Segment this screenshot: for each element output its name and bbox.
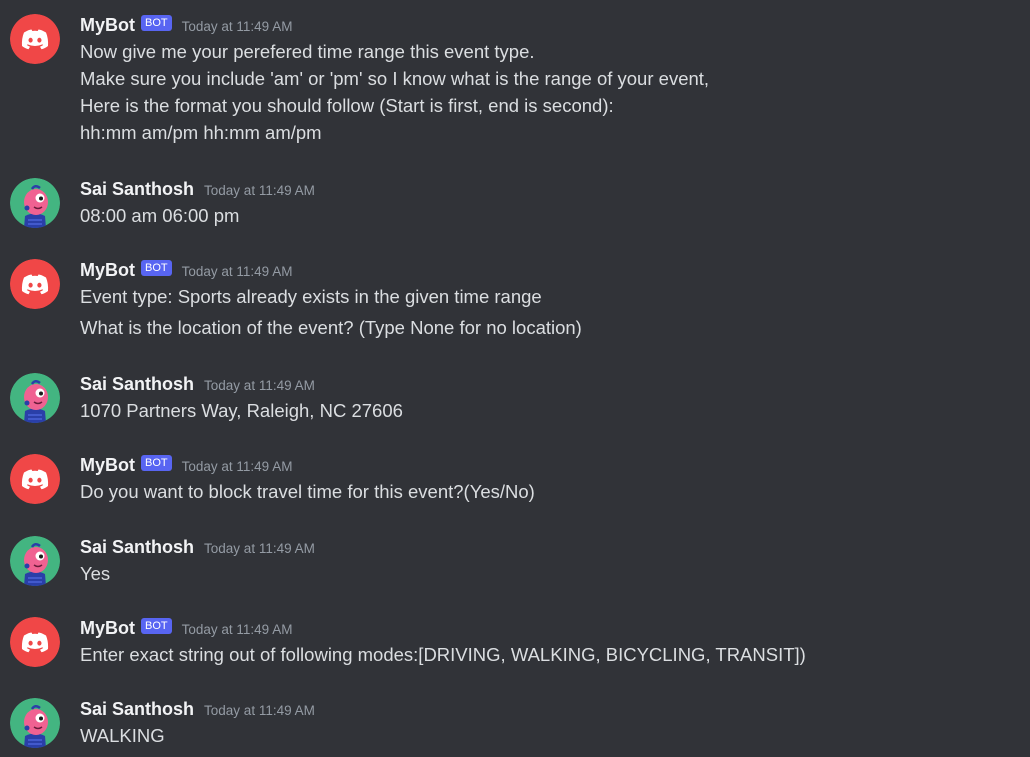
message-text: Here is the format you should follow (St…: [80, 95, 614, 116]
message-text: Make sure you include 'am' or 'pm' so I …: [80, 68, 710, 89]
bot-avatar[interactable]: [10, 617, 60, 667]
timestamp[interactable]: Today at 11:49 AM: [182, 264, 293, 279]
username[interactable]: Sai Santhosh: [80, 179, 194, 200]
chat-message-list: MyBot BOT Today at 11:49 AM Now give me …: [0, 0, 1030, 757]
timestamp[interactable]: Today at 11:49 AM: [204, 378, 315, 393]
user-avatar[interactable]: [10, 178, 60, 228]
username[interactable]: Sai Santhosh: [80, 699, 194, 720]
discord-logo-icon: [10, 14, 60, 64]
message-group: MyBot BOT Today at 11:49 AM Do you want …: [0, 453, 1030, 508]
message-text: WALKING: [80, 725, 165, 746]
creature-avatar-icon: [10, 536, 60, 586]
message-group: Sai Santhosh Today at 11:49 AM 1070 Part…: [0, 372, 1030, 427]
message-header: MyBot BOT Today at 11:49 AM: [80, 13, 292, 37]
creature-avatar-icon: [10, 373, 60, 423]
bot-avatar[interactable]: [10, 454, 60, 504]
message-header: Sai Santhosh Today at 11:49 AM: [80, 372, 315, 396]
bot-badge: BOT: [141, 260, 172, 276]
username[interactable]: Sai Santhosh: [80, 537, 194, 558]
message-header: MyBot BOT Today at 11:49 AM: [80, 258, 292, 282]
message-header: MyBot BOT Today at 11:49 AM: [80, 616, 292, 640]
username[interactable]: MyBot: [80, 455, 135, 476]
discord-logo-icon: [10, 617, 60, 667]
creature-avatar-icon: [10, 178, 60, 228]
username[interactable]: MyBot: [80, 260, 135, 281]
timestamp[interactable]: Today at 11:49 AM: [182, 622, 293, 637]
message-text: Enter exact string out of following mode…: [80, 644, 806, 665]
message-group: Sai Santhosh Today at 11:49 AM WALKING: [0, 697, 1030, 752]
message-group: Sai Santhosh Today at 11:49 AM Yes: [0, 535, 1030, 590]
message-text: 1070 Partners Way, Raleigh, NC 27606: [80, 400, 403, 421]
message-group: MyBot BOT Today at 11:49 AM Now give me …: [0, 13, 1030, 148]
message-header: MyBot BOT Today at 11:49 AM: [80, 453, 292, 477]
discord-logo-icon: [10, 454, 60, 504]
timestamp[interactable]: Today at 11:49 AM: [204, 703, 315, 718]
message-text: Event type: Sports already exists in the…: [80, 286, 542, 307]
bot-avatar[interactable]: [10, 259, 60, 309]
bot-avatar[interactable]: [10, 14, 60, 64]
message-text: What is the location of the event? (Type…: [80, 317, 582, 338]
user-avatar[interactable]: [10, 698, 60, 748]
timestamp[interactable]: Today at 11:49 AM: [204, 541, 315, 556]
message-group: MyBot BOT Today at 11:49 AM Enter exact …: [0, 616, 1030, 671]
message-text: Yes: [80, 563, 111, 584]
bot-badge: BOT: [141, 618, 172, 634]
bot-badge: BOT: [141, 455, 172, 471]
username[interactable]: Sai Santhosh: [80, 374, 194, 395]
message-header: Sai Santhosh Today at 11:49 AM: [80, 697, 315, 721]
username[interactable]: MyBot: [80, 15, 135, 36]
message-text: Now give me your perefered time range th…: [80, 41, 535, 62]
user-avatar[interactable]: [10, 373, 60, 423]
username[interactable]: MyBot: [80, 618, 135, 639]
message-text: hh:mm am/pm hh:mm am/pm: [80, 122, 322, 143]
creature-avatar-icon: [10, 698, 60, 748]
message-header: Sai Santhosh Today at 11:49 AM: [80, 177, 315, 201]
bot-badge: BOT: [141, 15, 172, 31]
timestamp[interactable]: Today at 11:49 AM: [182, 19, 293, 34]
message-text: 08:00 am 06:00 pm: [80, 205, 240, 226]
message-text: Do you want to block travel time for thi…: [80, 481, 535, 502]
discord-logo-icon: [10, 259, 60, 309]
timestamp[interactable]: Today at 11:49 AM: [204, 183, 315, 198]
message-group: MyBot BOT Today at 11:49 AM Event type: …: [0, 258, 1030, 343]
message-header: Sai Santhosh Today at 11:49 AM: [80, 535, 315, 559]
message-group: Sai Santhosh Today at 11:49 AM 08:00 am …: [0, 177, 1030, 232]
timestamp[interactable]: Today at 11:49 AM: [182, 459, 293, 474]
user-avatar[interactable]: [10, 536, 60, 586]
